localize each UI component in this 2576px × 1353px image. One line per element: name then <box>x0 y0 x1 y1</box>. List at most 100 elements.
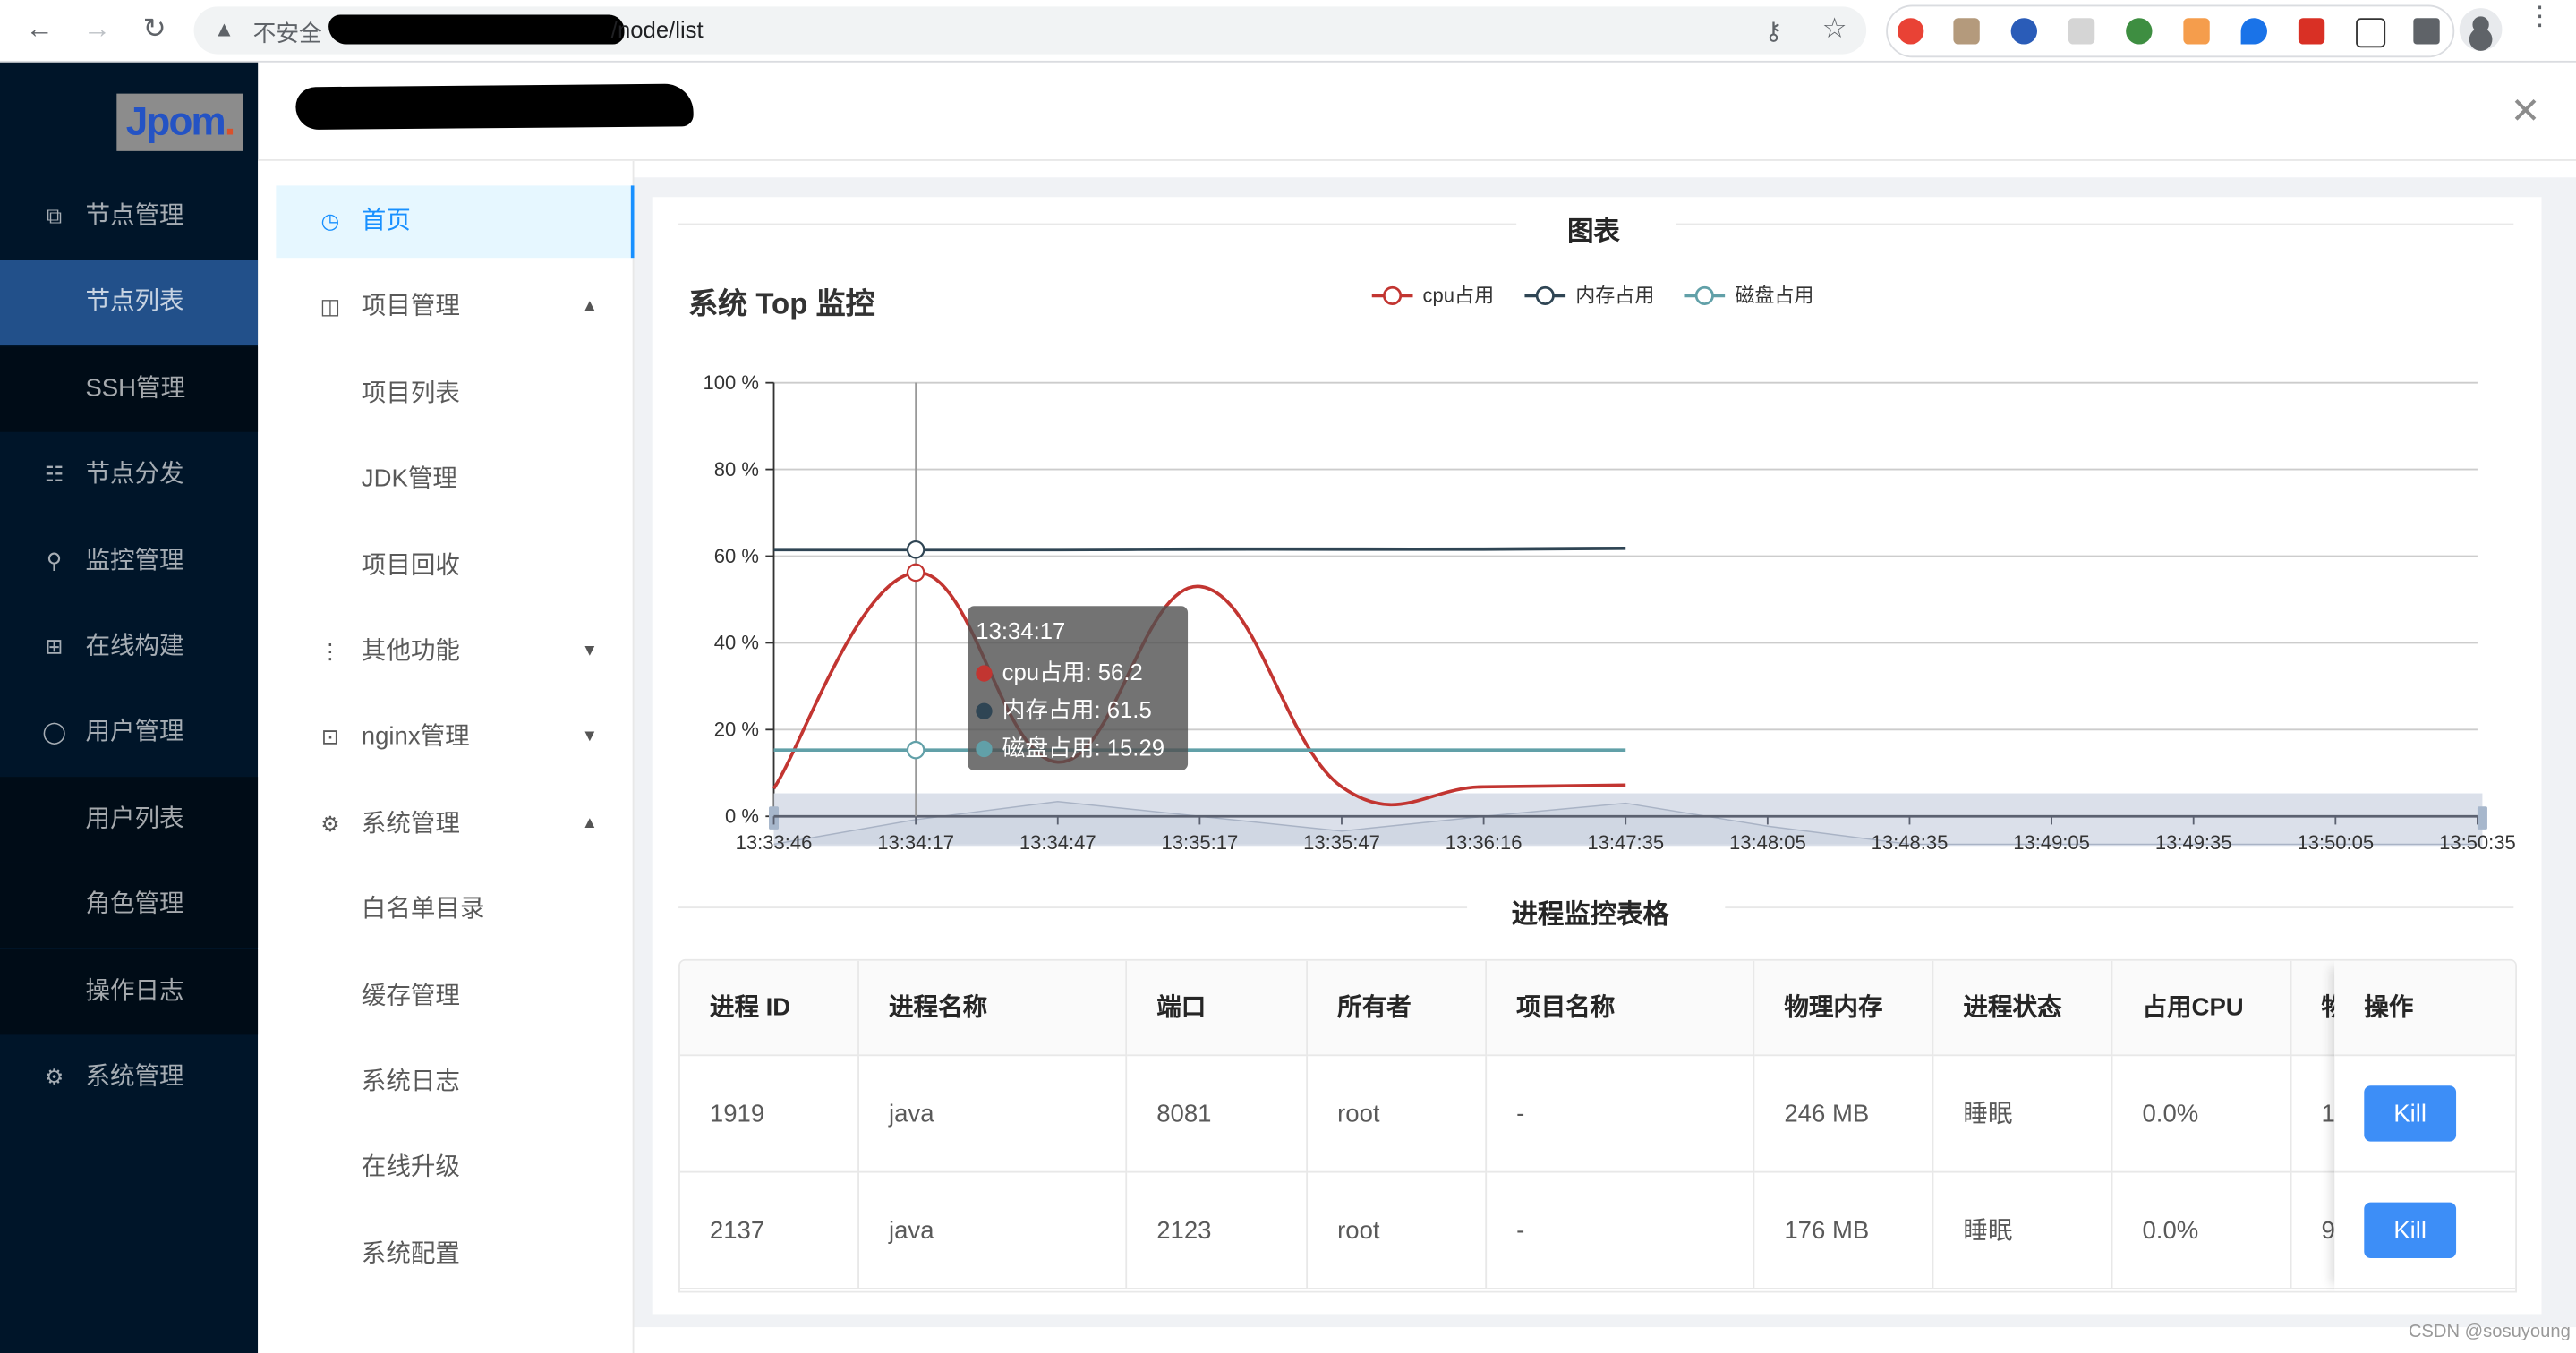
legend-label: cpu占用 <box>1422 284 1495 308</box>
sidebar-item[interactable]: ⚙ 系统管理 <box>0 1034 258 1119</box>
sidebar-item-label: SSH管理 <box>85 374 186 403</box>
sidebar-item-label: 监控管理 <box>85 546 184 574</box>
menu-item-label: JDK管理 <box>361 464 457 493</box>
screen: ← → ↻ ▲ 不安全 /node/list ⚷ ☆ ⋮ Jpom. ⧉ 节点管… <box>0 0 2576 1353</box>
tooltip-row-disk: 磁盘占用: 15.29 <box>976 731 1164 764</box>
menu-item-label: 项目管理 <box>361 293 460 321</box>
column-header-memory: 物理内存 <box>1754 960 1934 1057</box>
address-bar[interactable]: ▲ 不安全 /node/list ⚷ ☆ <box>193 6 1867 55</box>
watermark: CSDN @sosuyoung <box>2408 1322 2571 1342</box>
chevron-down-icon: ▼ <box>581 728 598 747</box>
menu-item[interactable]: 白名单目录 <box>276 874 630 947</box>
sidebar-item[interactable]: ⧉ 节点管理 <box>0 174 258 260</box>
kill-button[interactable]: Kill <box>2364 1202 2457 1258</box>
sidebar-item[interactable]: ⊞ 在线构建 <box>0 604 258 689</box>
tooltip-cpu-value: cpu占用: 56.2 <box>1002 659 1143 685</box>
gear-icon: ⚙ <box>320 811 340 836</box>
menu-item-label: 缓存管理 <box>361 981 460 1010</box>
menu-item[interactable]: ◫ 项目管理 ▲ <box>276 272 630 345</box>
extension-pin-icon[interactable] <box>2240 18 2267 45</box>
sidebar-item[interactable]: 用户列表 <box>0 776 259 863</box>
menu-item[interactable]: 系统配置 <box>276 1219 630 1291</box>
redacted-node-title <box>295 83 694 131</box>
menu-icon[interactable]: ⋮ <box>2527 4 2553 30</box>
sidebar-item[interactable]: SSH管理 <box>0 345 259 432</box>
column-header-process-name: 进程名称 <box>858 960 1128 1057</box>
sidebar-item-label: 用户列表 <box>85 804 184 833</box>
table-section-title: 进程监控表格 <box>1511 901 1669 930</box>
redacted-host <box>328 14 625 45</box>
sidebar-item[interactable]: 节点列表 <box>0 260 259 346</box>
table-cell-port: 2123 <box>1127 1172 1309 1289</box>
main-sidebar: Jpom. ⧉ 节点管理 节点列表 SSH管理 ☷ 节点分发 ⚲ 监控管理 ⊞ 在线构建 ◯ 用户管理… <box>0 62 259 1353</box>
sidebar-item-label: 角色管理 <box>85 890 184 919</box>
browser-toolbar: ← → ↻ ▲ 不安全 /node/list ⚷ ☆ ⋮ <box>0 0 2576 63</box>
sidebar-item[interactable]: 操作日志 <box>0 949 259 1034</box>
menu-item[interactable]: ⋮ 其他功能 ▼ <box>276 616 630 688</box>
menu-item[interactable]: ⊡ nginx管理 ▼ <box>276 702 630 774</box>
sidebar-item[interactable]: ☷ 节点分发 <box>0 432 258 517</box>
tooltip-disk-value: 磁盘占用: 15.29 <box>1002 734 1165 761</box>
star-icon[interactable]: ☆ <box>1822 13 1847 47</box>
table-cell-pid: 1919 <box>679 1056 859 1173</box>
extension-download-icon[interactable] <box>2126 18 2153 45</box>
legend-line-circle-icon <box>1684 285 1726 305</box>
extensions-icon[interactable] <box>2413 18 2440 45</box>
extension-json-icon[interactable] <box>2356 18 2386 48</box>
menu-item-label: 系统管理 <box>361 809 460 838</box>
table-cell-action: Kill <box>2334 1056 2516 1173</box>
menu-item[interactable]: ◷ 首页 <box>276 185 636 259</box>
profile-icon[interactable] <box>2459 8 2503 51</box>
back-icon[interactable]: ← <box>20 10 59 49</box>
cluster-icon: ☷ <box>44 462 64 487</box>
chevron-up-icon: ▲ <box>581 814 598 833</box>
menu-item[interactable]: 缓存管理 <box>276 960 630 1033</box>
table-cell-project-name: - <box>1487 1056 1755 1173</box>
sidebar-item[interactable]: ⚲ 监控管理 <box>0 518 258 603</box>
divider-table-right <box>1725 906 2514 909</box>
sidebar-item[interactable]: 角色管理 <box>0 862 259 949</box>
table-cell-memory: 246 MB <box>1754 1056 1934 1173</box>
chart-title: 系统 Top 监控 <box>688 287 875 320</box>
close-icon[interactable]: ✕ <box>2511 93 2541 130</box>
chart-section-title: 图表 <box>1567 218 1620 247</box>
legend-label: 内存占用 <box>1575 284 1655 308</box>
kill-button[interactable]: Kill <box>2364 1085 2457 1142</box>
menu-item-label: 项目回收 <box>361 550 460 580</box>
table-cell-port: 8081 <box>1127 1056 1309 1173</box>
tooltip-row-memory: 内存占用: 61.5 <box>976 694 1152 727</box>
menu-item-label: 在线升级 <box>361 1153 460 1182</box>
menu-item[interactable]: 系统日志 <box>276 1046 630 1119</box>
menu-item[interactable]: 项目列表 <box>276 358 630 430</box>
sidebar-item-label: 在线构建 <box>85 632 184 660</box>
extension-pdf-icon[interactable] <box>2298 18 2325 45</box>
extension-dog-icon[interactable] <box>1953 18 1980 45</box>
process-table: 进程 ID进程名称端口所有者项目名称物理内存进程状态占用CPU物1919java… <box>678 958 2517 1293</box>
reload-icon[interactable]: ↻ <box>135 10 175 49</box>
tooltip-time: 13:34:17 <box>976 617 1066 644</box>
nginx-icon: ⊡ <box>320 725 339 750</box>
chart-tooltip: 13:34:17 cpu占用: 56.2 内存占用: 61.5 磁盘占用: 15… <box>968 606 1189 770</box>
extension-orange-icon[interactable] <box>2183 18 2210 45</box>
menu-item[interactable]: ⚙ 系统管理 ▲ <box>276 788 630 861</box>
key-icon[interactable]: ⚷ <box>1764 16 1782 46</box>
tooltip-row-cpu: cpu占用: 56.2 <box>976 655 1143 688</box>
menu-item-label: nginx管理 <box>361 723 470 752</box>
menu-item[interactable]: 项目回收 <box>276 530 630 602</box>
forward-icon[interactable]: → <box>77 10 116 49</box>
logo[interactable]: Jpom. <box>116 93 243 151</box>
divider-table-left <box>678 906 1468 909</box>
sidebar-item[interactable]: ◯ 用户管理 <box>0 691 258 776</box>
menu-item-label: 其他功能 <box>361 637 460 666</box>
menu-item[interactable]: 在线升级 <box>276 1132 630 1204</box>
tooltip-memory-value: 内存占用: 61.5 <box>1002 696 1152 723</box>
monitor-icon: ⚲ <box>46 548 63 573</box>
extension-infinity-icon[interactable] <box>1898 18 1924 45</box>
column-header-status: 进程状态 <box>1933 960 2113 1057</box>
menu-item[interactable]: JDK管理 <box>276 444 630 516</box>
legend-line-circle-icon <box>1371 285 1413 305</box>
extension-broom-icon[interactable] <box>2010 18 2038 45</box>
column-header-owner: 所有者 <box>1308 960 1488 1057</box>
extension-folder-icon[interactable] <box>2068 18 2095 45</box>
table-cell-owner: root <box>1308 1172 1488 1289</box>
